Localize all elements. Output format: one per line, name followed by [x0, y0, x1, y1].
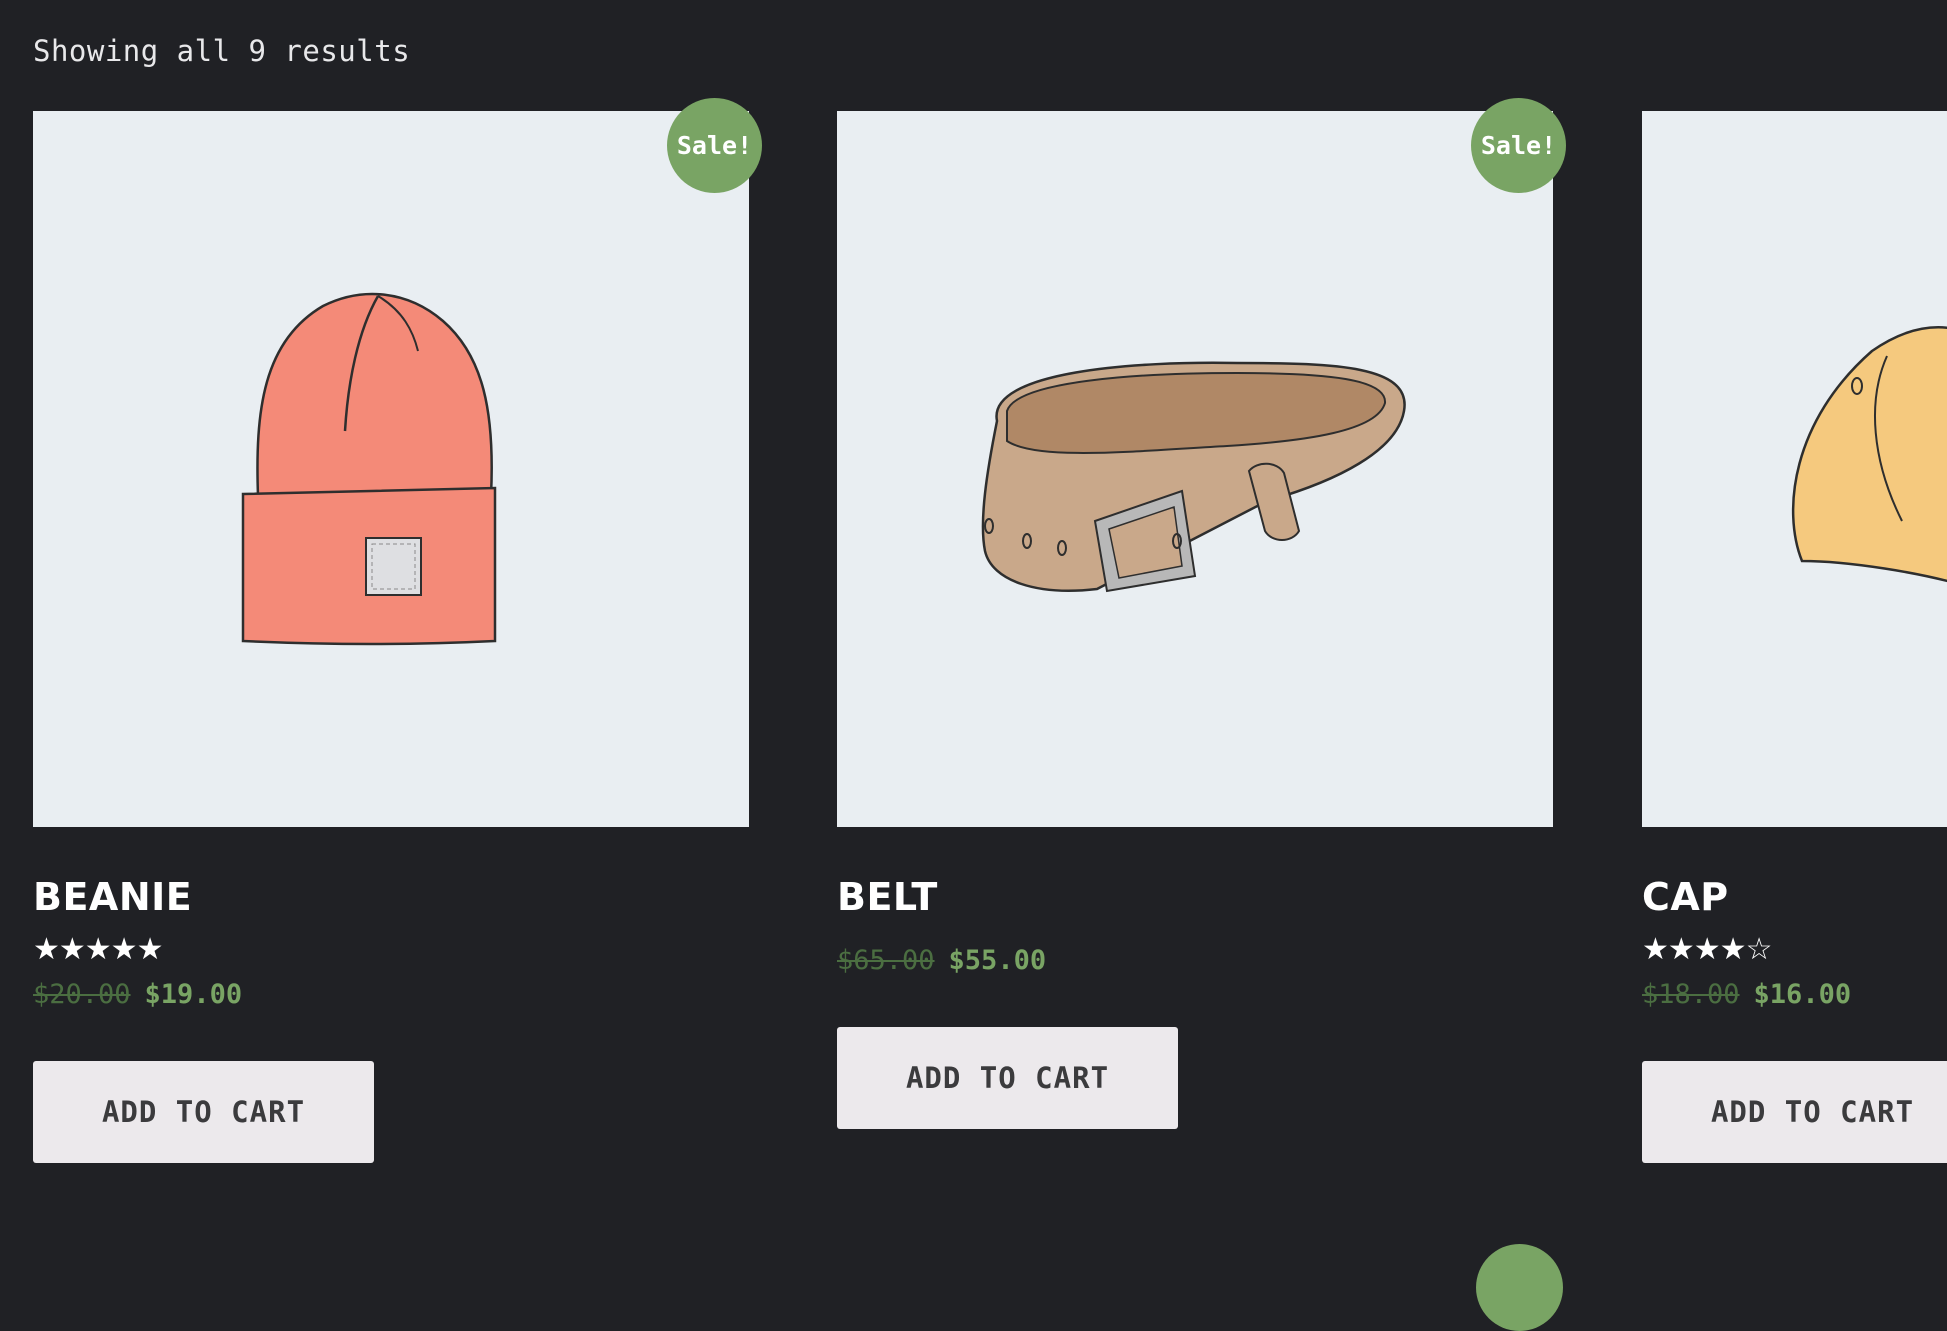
- sale-price: $16.00: [1753, 978, 1852, 1010]
- price: $20.00 $19.00: [33, 979, 749, 1011]
- price: $65.00 $55.00: [837, 945, 1553, 977]
- regular-price: $65.00: [837, 944, 935, 976]
- belt-image: [981, 361, 1406, 593]
- sale-price: $55.00: [948, 944, 1047, 976]
- sale-badge-partial: [1476, 1244, 1563, 1331]
- sale-price: $19.00: [144, 978, 243, 1010]
- product-card-cap: CAP ★★★★☆ $18.00 $16.00 ADD TO CART: [1642, 111, 1947, 1164]
- add-to-cart-button[interactable]: ADD TO CART: [1642, 1061, 1947, 1164]
- product-image-beanie[interactable]: Sale!: [33, 98, 762, 827]
- product-title[interactable]: CAP: [1642, 876, 1947, 919]
- product-title[interactable]: BELT: [837, 876, 1553, 919]
- regular-price: $20.00: [33, 978, 131, 1010]
- product-card-belt: Sale! BELT $65.00 $55.00 ADD TO CART: [837, 98, 1566, 1130]
- beanie-image: [241, 292, 497, 646]
- product-image-belt[interactable]: Sale!: [837, 98, 1566, 827]
- sale-badge: Sale!: [1471, 98, 1566, 193]
- product-card-beanie: Sale! BEANIE ★★★★★ $20.00 $19.00 ADD TO C…: [33, 98, 762, 1164]
- product-title[interactable]: BEANIE: [33, 876, 749, 919]
- price: $18.00 $16.00: [1642, 979, 1947, 1011]
- add-to-cart-button[interactable]: ADD TO CART: [33, 1061, 374, 1164]
- regular-price: $18.00: [1642, 978, 1740, 1010]
- result-count: Showing all 9 results: [33, 34, 411, 68]
- sale-badge: Sale!: [667, 98, 762, 193]
- cap-image: [1792, 326, 1947, 583]
- star-rating: ★★★★★: [33, 932, 163, 966]
- add-to-cart-button[interactable]: ADD TO CART: [837, 1027, 1178, 1130]
- star-rating: ★★★★☆: [1642, 932, 1772, 966]
- product-image-cap[interactable]: [1642, 111, 1947, 827]
